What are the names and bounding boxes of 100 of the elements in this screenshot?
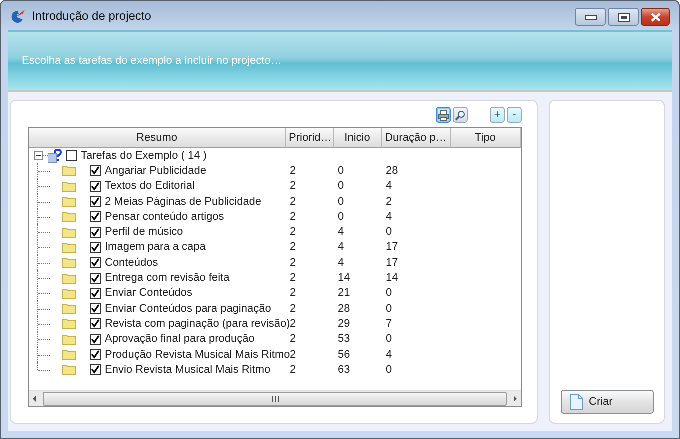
help-icon (48, 148, 62, 163)
task-name: 2 Meias Páginas de Publicidade (105, 196, 262, 208)
duration-cell-text: 17 (385, 241, 398, 254)
checkbox[interactable] (90, 257, 101, 268)
folder-icon (62, 180, 76, 192)
task-name: Pensar conteúdo artigos (105, 210, 224, 223)
priority-cell-text: 2 (289, 180, 296, 192)
priority-cell-text: 2 (289, 272, 296, 284)
duration-cell-text: 0 (385, 302, 392, 315)
folder-icon (62, 349, 76, 360)
checkbox[interactable] (90, 364, 101, 376)
priority-cell-text: 2 (289, 364, 296, 376)
remove-button[interactable]: - (507, 107, 522, 123)
banner-text: Escolha as tarefas do exemplo a incluir no projecto… (22, 55, 282, 67)
duration-cell-text: 14 (385, 272, 398, 284)
folder-icon (62, 165, 76, 176)
checkbox[interactable] (90, 196, 101, 208)
start-cell-text: 4 (337, 256, 344, 269)
checkbox[interactable] (90, 272, 101, 284)
start-cell-text: 29 (337, 318, 350, 330)
task-name: Produção Revista Musical Mais Ritmo (105, 348, 290, 360)
task-name: Conteúdos (105, 256, 158, 269)
folder-icon (62, 226, 76, 238)
grip-icon (272, 396, 278, 402)
column-header[interactable]: Inicio (334, 128, 382, 148)
minimize-button[interactable] (575, 8, 606, 26)
checkbox[interactable] (90, 242, 101, 253)
window-title: Introdução de projecto (32, 8, 152, 22)
duration-cell-text: 28 (385, 164, 398, 177)
folder-icon (62, 196, 76, 208)
document-icon (570, 394, 583, 410)
checkbox[interactable] (90, 211, 101, 222)
duration-cell-text: 0 (385, 226, 392, 238)
checkbox[interactable] (90, 180, 101, 192)
checkbox[interactable] (90, 303, 101, 314)
duration-cell-text: 4 (385, 210, 392, 223)
duration-cell-text: 2 (385, 196, 392, 208)
folder-icon (62, 318, 76, 330)
task-name: Enviar Conteúdos para paginação (105, 302, 272, 315)
priority-cell-text: 2 (289, 287, 296, 300)
duration-cell-text: 7 (385, 318, 392, 330)
start-cell-text: 4 (337, 226, 344, 238)
folder-icon (62, 364, 76, 376)
tree-group-label: Tarefas do Exemplo ( 14 ) (81, 150, 207, 162)
duration-cell-text: 17 (385, 256, 398, 269)
maximize-icon (618, 12, 630, 22)
task-name: Envio Revista Musical Mais Ritmo (105, 364, 271, 376)
print-button[interactable] (436, 107, 451, 123)
start-cell-text: 0 (337, 180, 344, 192)
priority-cell-text: 2 (289, 241, 296, 254)
priority-cell-text: 2 (289, 333, 296, 346)
horizontal-scrollbar[interactable] (29, 390, 521, 406)
start-cell-text: 56 (337, 348, 350, 360)
task-name: Aprovação final para produção (105, 333, 255, 346)
folder-icon (62, 211, 76, 222)
minimize-icon (584, 14, 596, 20)
priority-cell-text: 2 (289, 302, 296, 315)
checkbox[interactable] (90, 334, 101, 345)
priority-cell-text: 2 (289, 226, 296, 238)
preview-button[interactable] (453, 107, 468, 123)
create-button[interactable]: Criar (561, 390, 654, 414)
start-cell-text: 0 (337, 210, 344, 223)
priority-cell-text: 2 (289, 164, 296, 177)
start-cell-text: 53 (337, 333, 350, 346)
close-icon (650, 12, 660, 22)
start-cell-text: 4 (337, 241, 344, 254)
start-cell-text: 28 (337, 302, 350, 315)
column-header[interactable]: Resumo (29, 128, 286, 148)
column-header[interactable]: Tipo (451, 128, 521, 148)
duration-cell-text: 4 (385, 180, 392, 192)
folder-icon (62, 272, 76, 284)
close-button[interactable] (641, 8, 670, 26)
collapse-toggle[interactable] (34, 151, 43, 160)
start-cell-text: 0 (337, 164, 344, 177)
checkbox[interactable] (90, 349, 101, 360)
start-cell-text: 63 (337, 364, 350, 376)
duration-cell-text: 4 (385, 348, 392, 360)
priority-cell-text: 2 (289, 210, 296, 223)
folder-icon (62, 303, 76, 314)
checkbox[interactable] (90, 318, 101, 330)
task-name: Revista com paginação (para revisão) (105, 318, 290, 330)
priority-cell-text: 2 (289, 196, 296, 208)
app-logo-icon (10, 8, 26, 22)
start-cell-text: 14 (337, 272, 350, 284)
minus-icon (36, 153, 41, 158)
task-name: Entrega com revisão feita (105, 272, 230, 284)
task-name: Enviar Conteúdos (105, 287, 192, 300)
column-header[interactable]: Duração p… (382, 128, 451, 148)
checkbox[interactable] (66, 150, 77, 162)
folder-icon (62, 288, 76, 299)
duration-cell-text: 0 (385, 364, 392, 376)
checkbox[interactable] (90, 165, 101, 176)
duration-cell-text: 0 (385, 287, 392, 300)
add-button[interactable]: + (490, 107, 505, 123)
column-header[interactable]: Priorid… (286, 128, 334, 148)
task-name: Textos do Editorial (105, 180, 195, 192)
folder-icon (62, 257, 76, 268)
checkbox[interactable] (90, 288, 101, 299)
checkbox[interactable] (90, 226, 101, 238)
maximize-button[interactable] (608, 8, 639, 26)
